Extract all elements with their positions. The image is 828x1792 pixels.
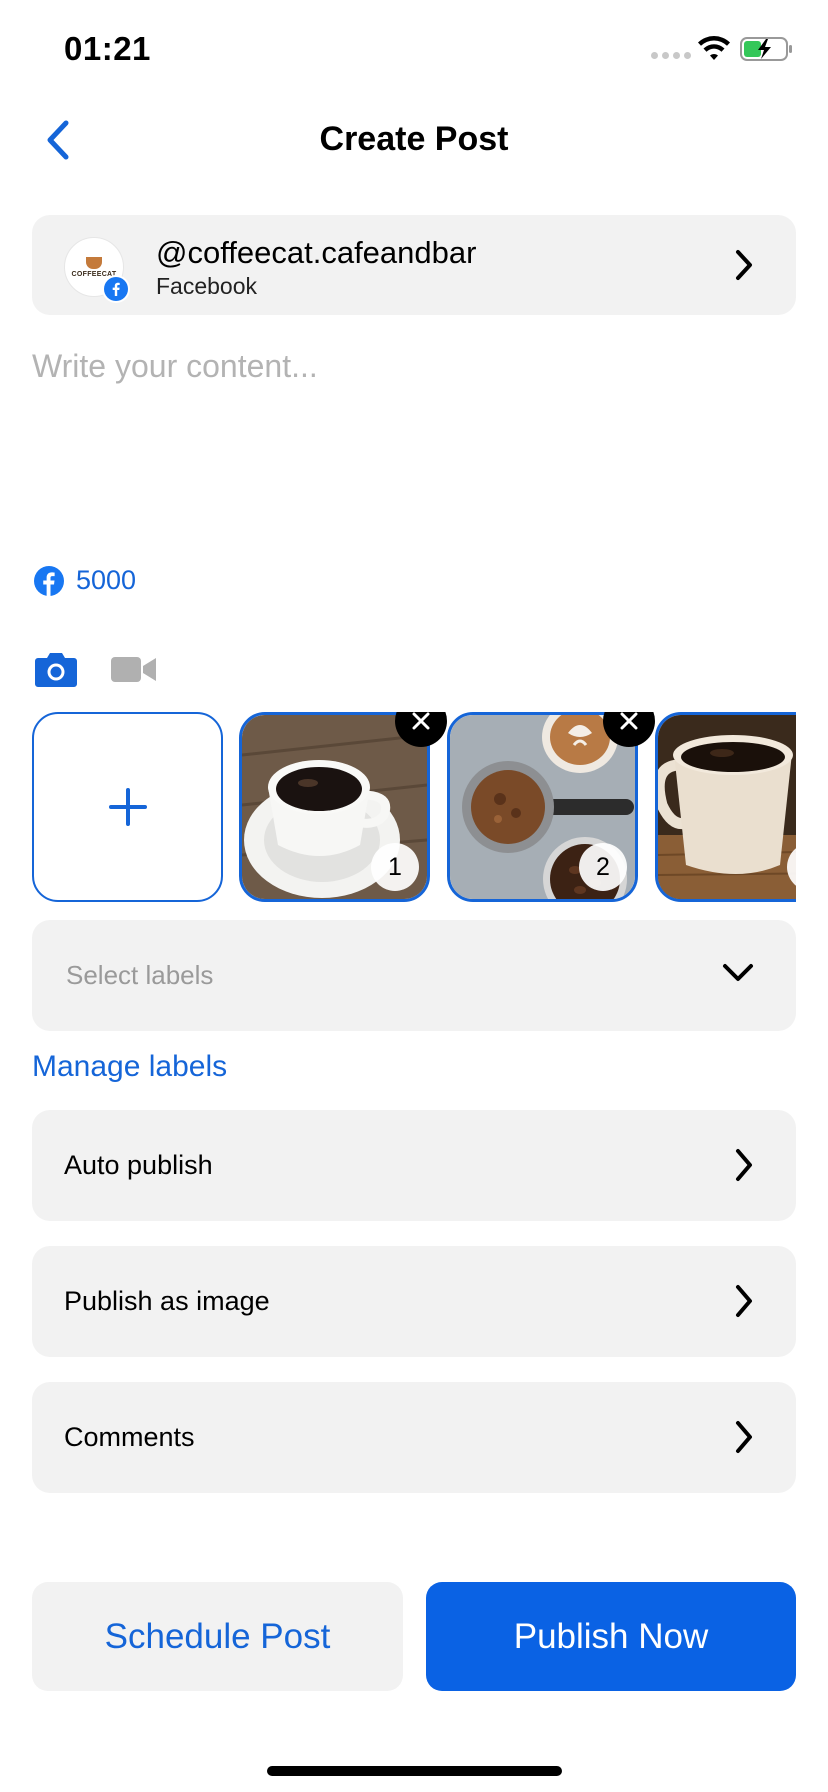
status-time: 01:21 (64, 30, 151, 67)
add-media-button[interactable] (32, 712, 223, 902)
labels-select[interactable]: Select labels (32, 920, 796, 1031)
media-thumbnail[interactable]: 1 (239, 712, 430, 902)
publish-as-image-row[interactable]: Publish as image (32, 1246, 796, 1357)
publish-now-button[interactable]: Publish Now (426, 1582, 796, 1691)
media-index-badge: 2 (579, 843, 627, 891)
manage-labels-link[interactable]: Manage labels (32, 1050, 227, 1084)
avatar-cup-icon (86, 256, 102, 269)
video-icon[interactable] (110, 652, 158, 686)
cellular-signal-icon (651, 52, 691, 59)
status-bar: 01:21 (0, 0, 828, 100)
chevron-down-icon (723, 964, 753, 981)
content-input[interactable] (32, 348, 796, 528)
battery-charging-icon (740, 37, 792, 61)
row-label: Publish as image (64, 1286, 270, 1316)
comments-row[interactable]: Comments (32, 1382, 796, 1493)
chevron-right-icon (736, 1421, 752, 1453)
chevron-right-icon (736, 1285, 752, 1317)
account-selector[interactable]: COFFEECAT @coffeecat.cafeandbar Facebook (32, 215, 796, 315)
labels-placeholder: Select labels (66, 960, 214, 990)
chevron-right-icon (736, 250, 752, 280)
chevron-right-icon (736, 1149, 752, 1181)
plus-icon (108, 788, 147, 826)
schedule-post-button[interactable]: Schedule Post (32, 1582, 403, 1691)
camera-icon[interactable] (34, 650, 78, 688)
home-indicator (267, 1766, 562, 1776)
media-index-badge: 1 (371, 843, 419, 891)
character-counter: 5000 (34, 565, 136, 596)
media-thumbnail[interactable]: 2 (447, 712, 638, 902)
row-label: Auto publish (64, 1150, 213, 1180)
coffee-mug-image (658, 715, 796, 899)
row-label: Comments (64, 1422, 195, 1452)
account-handle: @coffeecat.cafeandbar (156, 235, 477, 270)
account-platform: Facebook (156, 273, 258, 299)
auto-publish-row[interactable]: Auto publish (32, 1110, 796, 1221)
close-icon (412, 712, 430, 730)
facebook-icon (34, 565, 64, 596)
page-title: Create Post (319, 120, 509, 158)
close-icon (620, 712, 638, 730)
facebook-badge-icon (102, 275, 130, 303)
wifi-icon (698, 36, 730, 60)
media-thumbnail[interactable]: 3 (655, 712, 796, 902)
nav-bar: Create Post (0, 100, 828, 180)
character-count: 5000 (76, 565, 137, 595)
media-carousel[interactable]: 1 2 (0, 712, 796, 902)
